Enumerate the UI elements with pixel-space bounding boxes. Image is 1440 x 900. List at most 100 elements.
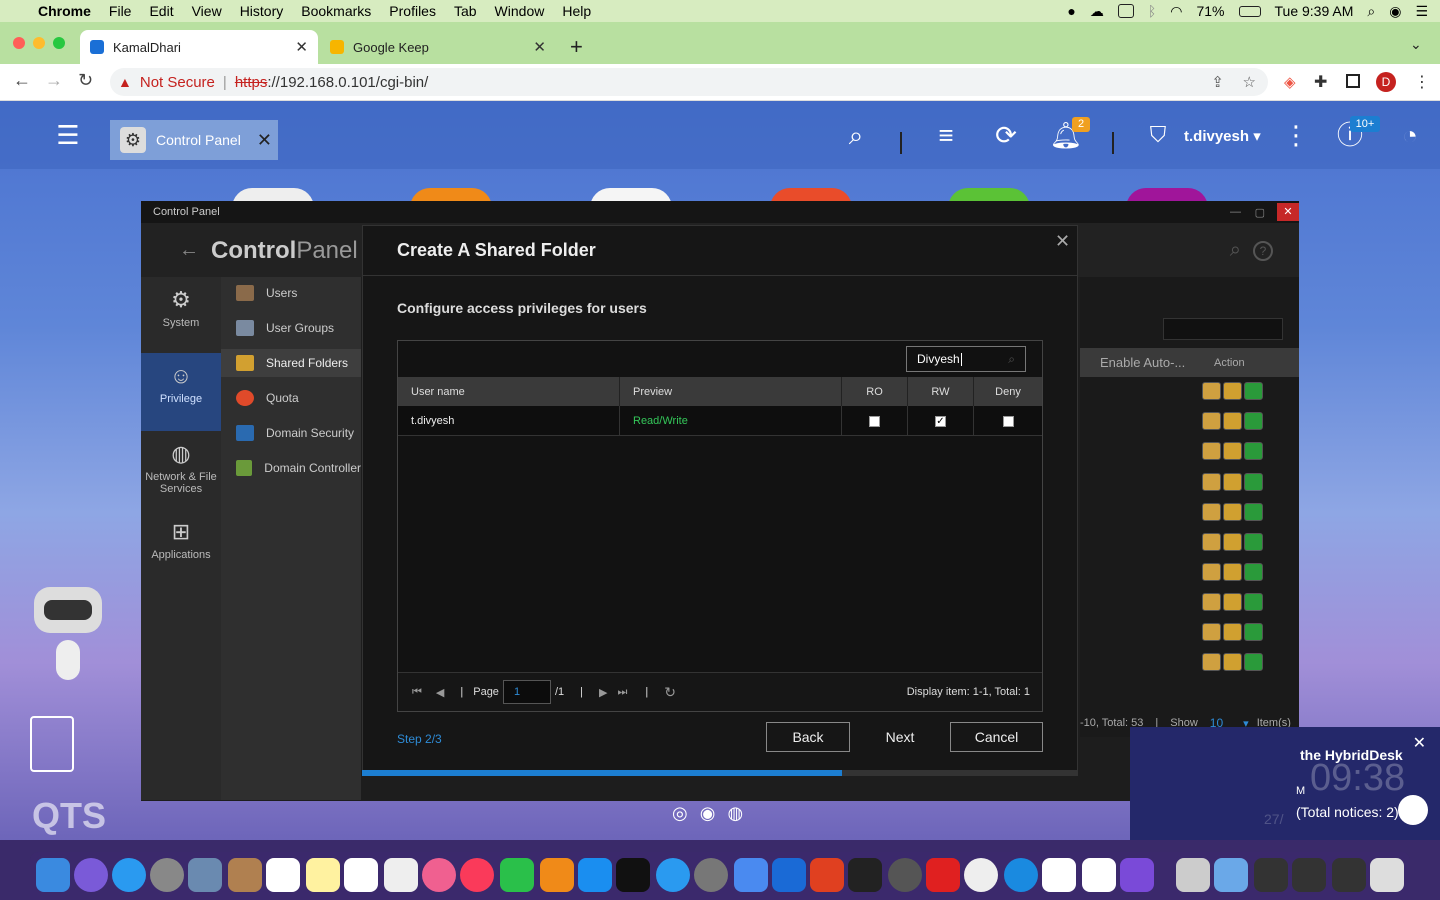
- edit-icon[interactable]: [1202, 623, 1221, 641]
- screen-icon[interactable]: [1117, 4, 1134, 18]
- permission-icon[interactable]: [1223, 533, 1242, 551]
- music-icon[interactable]: [460, 858, 494, 892]
- permission-icon[interactable]: [1223, 442, 1242, 460]
- window-thumbnail-icon[interactable]: [1332, 858, 1366, 892]
- next-button[interactable]: Next: [858, 722, 942, 752]
- extension-icon[interactable]: ◈: [1284, 73, 1296, 91]
- cancel-button[interactable]: Cancel: [950, 722, 1043, 752]
- skype-icon[interactable]: [1004, 858, 1038, 892]
- clickup-icon[interactable]: [1042, 858, 1076, 892]
- reload-icon[interactable]: ↻: [78, 70, 93, 91]
- qfinder-icon[interactable]: [734, 858, 768, 892]
- calendar-icon[interactable]: [266, 858, 300, 892]
- first-page-icon[interactable]: ⏮: [412, 686, 422, 699]
- control-center-icon[interactable]: ☰: [1415, 3, 1428, 20]
- refresh-icon[interactable]: [1244, 623, 1263, 641]
- slack-icon[interactable]: [1082, 858, 1116, 892]
- terminal-icon[interactable]: [616, 858, 650, 892]
- wifi-icon[interactable]: ◠: [1170, 3, 1182, 20]
- category-applications[interactable]: ⊞ Applications: [141, 509, 221, 587]
- edit-icon[interactable]: [1202, 563, 1221, 581]
- column-deny[interactable]: Deny: [974, 377, 1042, 406]
- close-icon[interactable]: ✕: [1413, 733, 1426, 753]
- notebook-icon[interactable]: [228, 858, 262, 892]
- share-icon[interactable]: ⇪: [1211, 73, 1224, 91]
- refresh-icon[interactable]: [1244, 563, 1263, 581]
- category-privilege[interactable]: ☺ Privilege: [141, 353, 221, 431]
- submenu-user-groups[interactable]: User Groups: [236, 317, 334, 339]
- puzzle-extensions-icon[interactable]: ✚: [1314, 72, 1327, 92]
- window-thumbnail-icon[interactable]: [1254, 858, 1288, 892]
- table-search-input[interactable]: [1163, 318, 1283, 340]
- back-button[interactable]: Back: [766, 722, 850, 752]
- reminders-icon[interactable]: [344, 858, 378, 892]
- menu-tab[interactable]: Tab: [454, 3, 477, 19]
- table-row[interactable]: t.divyesh Read/Write ✓: [398, 406, 1042, 436]
- status-check-icon[interactable]: ●: [1067, 3, 1075, 19]
- permission-icon[interactable]: [1223, 593, 1242, 611]
- search-icon[interactable]: ⌕: [1230, 239, 1241, 262]
- anydesk-alt-icon[interactable]: [926, 858, 960, 892]
- siri-icon[interactable]: ◉: [1389, 3, 1401, 20]
- close-icon[interactable]: ✕: [1055, 231, 1070, 252]
- next-page-icon[interactable]: ▶: [599, 686, 607, 699]
- battery-icon[interactable]: [1238, 5, 1261, 17]
- myqnapcloud-icon[interactable]: ◎: [672, 803, 688, 824]
- back-arrow-icon[interactable]: ←: [179, 239, 199, 262]
- forward-arrow-icon[interactable]: →: [45, 70, 63, 91]
- edit-icon[interactable]: [1202, 473, 1221, 491]
- sync-icon[interactable]: ⟳: [988, 117, 1024, 153]
- refresh-icon[interactable]: [1244, 442, 1263, 460]
- refresh-icon[interactable]: [1244, 593, 1263, 611]
- column-header[interactable]: Enable Auto-...: [1100, 355, 1198, 370]
- network-radar-icon[interactable]: [888, 858, 922, 892]
- user-account-icon[interactable]: ⛉: [1140, 117, 1176, 153]
- submenu-quota[interactable]: Quota: [236, 387, 299, 409]
- finder-icon[interactable]: [36, 858, 70, 892]
- menubar-clock[interactable]: Tue 9:39 AM: [1275, 3, 1354, 19]
- launchpad-icon[interactable]: [150, 858, 184, 892]
- column-rw[interactable]: RW: [908, 377, 974, 406]
- close-window-icon[interactable]: [13, 37, 25, 49]
- tab-search-chevron-icon[interactable]: ⌄: [1410, 36, 1422, 53]
- bookmark-star-icon[interactable]: ☆: [1243, 73, 1256, 91]
- minimize-window-icon[interactable]: [33, 37, 45, 49]
- printer-icon[interactable]: [1176, 858, 1210, 892]
- resource-monitor-icon[interactable]: ◔: [1392, 117, 1428, 153]
- facetime-icon[interactable]: [500, 858, 534, 892]
- close-tab-icon[interactable]: ✕: [533, 38, 546, 56]
- notes-icon[interactable]: [306, 858, 340, 892]
- zoom-window-icon[interactable]: [53, 37, 65, 49]
- qts-username[interactable]: t.divyesh ▾: [1184, 127, 1261, 145]
- deny-checkbox[interactable]: [1002, 415, 1014, 427]
- tools-icon[interactable]: ◉: [700, 803, 716, 824]
- category-system[interactable]: ⚙ System: [141, 277, 221, 355]
- app-store-icon[interactable]: [578, 858, 612, 892]
- column-ro[interactable]: RO: [842, 377, 908, 406]
- trash-icon[interactable]: [30, 716, 74, 772]
- menu-edit[interactable]: Edit: [149, 3, 173, 19]
- edit-icon[interactable]: [1202, 533, 1221, 551]
- close-window-button[interactable]: ✕: [1277, 203, 1299, 221]
- dashboard-icon[interactable]: ◍: [727, 803, 743, 824]
- submenu-shared-folders[interactable]: Shared Folders: [236, 352, 348, 374]
- refresh-icon[interactable]: [1244, 473, 1263, 491]
- refresh-icon[interactable]: [1244, 503, 1263, 521]
- permission-icon[interactable]: [1223, 412, 1242, 430]
- edit-icon[interactable]: [1202, 382, 1221, 400]
- tab-google-keep[interactable]: Google Keep ✕: [320, 30, 556, 64]
- edge-icon[interactable]: [772, 858, 806, 892]
- close-app-icon[interactable]: ✕: [257, 130, 272, 151]
- address-bar[interactable]: ▲ Not Secure | https ://192.168.0.101/cg…: [110, 68, 1268, 96]
- menu-file[interactable]: File: [109, 3, 132, 19]
- activity-monitor-icon[interactable]: [848, 858, 882, 892]
- books-icon[interactable]: [540, 858, 574, 892]
- messages-icon[interactable]: [656, 858, 690, 892]
- ro-checkbox[interactable]: [869, 415, 880, 427]
- category-network-file-services[interactable]: ◍ Network & File Services: [141, 431, 221, 509]
- system-preferences-icon[interactable]: [694, 858, 728, 892]
- siri-icon[interactable]: [74, 858, 108, 892]
- obsidian-icon[interactable]: [1120, 858, 1154, 892]
- chrome-menu-icon[interactable]: ⋮: [1414, 72, 1430, 92]
- background-tasks-icon[interactable]: ≡: [928, 117, 964, 153]
